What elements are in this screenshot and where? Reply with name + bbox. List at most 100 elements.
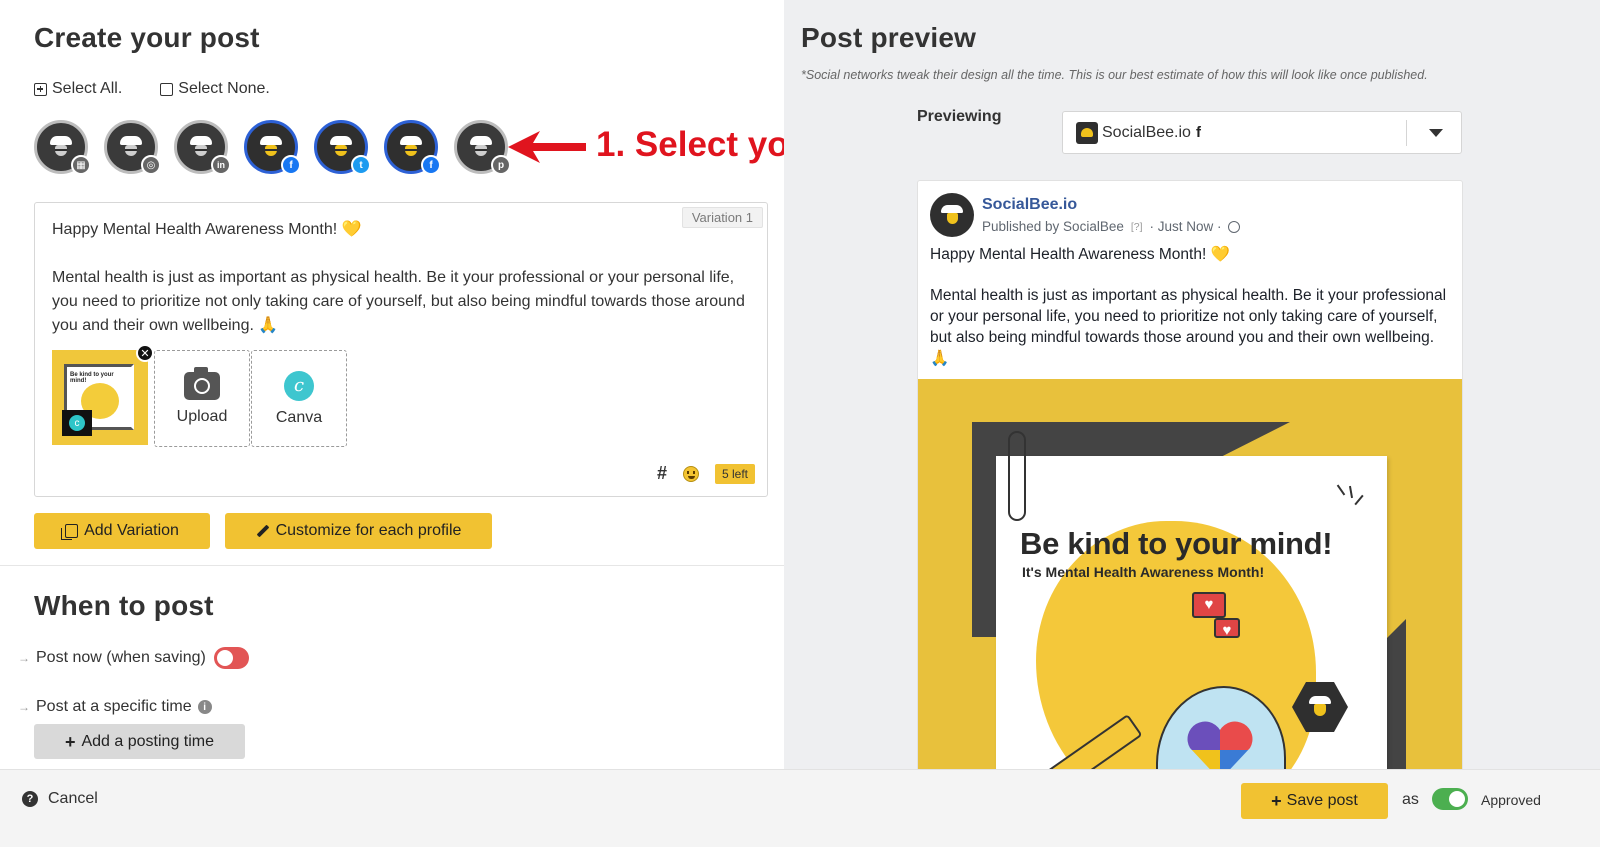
camera-icon: [184, 366, 220, 400]
profile-avatar-pinterest[interactable]: p: [454, 120, 511, 175]
chevron-down-icon[interactable]: [1429, 129, 1443, 137]
facebook-post-preview: SocialBee.io Published by SocialBee [?] …: [917, 180, 1463, 785]
post-now-option: → Post now (when saving): [18, 647, 249, 669]
attached-image-thumbnail[interactable]: Be kind to your mind! c: [52, 350, 148, 445]
paperclip-icon: [1008, 431, 1026, 521]
approval-status-label: Approved: [1481, 792, 1541, 808]
socialbee-logo-icon: [1076, 121, 1098, 144]
globe-icon: [1227, 220, 1240, 233]
approval-toggle[interactable]: [1432, 788, 1468, 810]
help-mark[interactable]: [?]: [1131, 221, 1143, 233]
profile-avatar-facebook[interactable]: f: [244, 120, 301, 175]
save-post-button[interactable]: + Save post: [1241, 783, 1388, 819]
socialbee-logo-icon: [256, 136, 286, 158]
canva-logo-icon: c: [284, 370, 314, 401]
store-icon: ▦: [71, 155, 91, 175]
pencil-icon: [256, 524, 269, 538]
select-none-label: Select None.: [178, 80, 270, 97]
plus-icon: +: [64, 731, 76, 752]
socialbee-logo-icon: [466, 136, 496, 158]
preview-profile-value: SocialBee.io: [1102, 123, 1191, 141]
socialbee-logo-icon: [116, 136, 146, 158]
page-name-link[interactable]: SocialBee.io: [982, 196, 1077, 214]
select-all-label: Select All.: [52, 80, 123, 97]
select-all-button[interactable]: Select All.: [34, 80, 122, 98]
help-icon: ?: [22, 791, 38, 807]
canva-edit-icon[interactable]: c: [62, 410, 92, 436]
profile-avatar-gmb[interactable]: ▦: [34, 120, 91, 175]
post-now-label: Post now (when saving): [36, 649, 206, 666]
previewing-label: Previewing: [917, 108, 1002, 125]
socialbee-logo-icon: [396, 136, 426, 158]
socialbee-logo-icon: [326, 136, 356, 158]
profile-avatar-facebook-2[interactable]: f: [384, 120, 441, 175]
instagram-icon: ◎: [141, 155, 161, 175]
annotation-arrow-icon: [508, 131, 586, 163]
arrow-right-icon: →: [18, 651, 30, 665]
heart-bubble-icon: [1192, 592, 1226, 618]
add-variation-label: Add Variation: [84, 522, 179, 539]
post-preview-panel: Post preview *Social networks tweak thei…: [784, 0, 1600, 785]
preview-post-text: Happy Mental Health Awareness Month! 💛 M…: [930, 246, 1447, 367]
as-label: as: [1402, 791, 1419, 808]
post-preview-title: Post preview: [801, 22, 977, 53]
customize-label: Customize for each profile: [275, 522, 462, 539]
add-posting-time-label: Add a posting time: [81, 732, 215, 750]
socialbee-logo-icon: [46, 136, 76, 158]
specific-time-label: Post at a specific time: [36, 698, 192, 715]
plus-icon: +: [1271, 791, 1282, 811]
upload-label: Upload: [176, 407, 228, 425]
post-meta: Published by SocialBee [?] · Just Now ·: [982, 219, 1240, 234]
facebook-icon: f: [1195, 124, 1201, 141]
save-post-label: Save post: [1286, 792, 1358, 809]
post-time: · Just Now ·: [1149, 219, 1222, 234]
hashtag-button[interactable]: #: [657, 463, 667, 484]
image-subline: It's Mental Health Awareness Month!: [1022, 564, 1265, 580]
select-none-button[interactable]: Select None.: [160, 80, 270, 98]
profile-avatar-linkedin[interactable]: in: [174, 120, 231, 175]
canva-button[interactable]: c Canva: [251, 350, 347, 447]
upload-button[interactable]: Upload: [154, 350, 250, 447]
arrow-right-icon: →: [18, 700, 30, 714]
copy-icon: [61, 524, 79, 540]
chars-left-badge: 5 left: [714, 463, 755, 484]
page-avatar[interactable]: [930, 193, 974, 237]
emoji-icon[interactable]: [682, 465, 699, 482]
preview-note: *Social networks tweak their design all …: [801, 68, 1428, 82]
when-to-post-title: When to post: [34, 590, 214, 621]
profile-selector: ▦ ◎ in f t f p: [34, 120, 511, 175]
add-posting-time-button[interactable]: + Add a posting time: [34, 724, 245, 759]
profile-avatar-twitter[interactable]: t: [314, 120, 371, 175]
preview-profile-select[interactable]: SocialBee.io f: [1062, 111, 1462, 154]
canva-label: Canva: [275, 408, 323, 426]
editor-toolbar: # 5 left: [657, 463, 755, 484]
post-image: Be kind to your mind! It's Mental Health…: [918, 379, 1462, 785]
post-text-input[interactable]: Happy Mental Health Awareness Month! 💛 M…: [52, 218, 752, 338]
square-icon: [160, 82, 174, 96]
create-post-panel: Create your post Select All. Select None…: [0, 0, 994, 785]
add-variation-button[interactable]: Add Variation: [34, 513, 210, 549]
post-now-toggle[interactable]: [213, 647, 249, 669]
specific-time-option: → Post at a specific time i: [18, 698, 212, 716]
published-by: Published by SocialBee: [982, 219, 1124, 234]
customize-button[interactable]: Customize for each profile: [225, 513, 492, 549]
create-post-title: Create your post: [34, 22, 260, 53]
cancel-label: Cancel: [48, 790, 98, 807]
post-editor[interactable]: Variation 1 Happy Mental Health Awarenes…: [34, 202, 768, 497]
plus-square-icon: [34, 82, 47, 96]
facebook-icon: f: [421, 155, 441, 175]
socialbee-logo-icon: [186, 136, 216, 158]
cancel-button[interactable]: ? Cancel: [22, 790, 98, 808]
section-divider: [0, 565, 800, 566]
action-footer: ? Cancel + Save post as Approved: [0, 769, 1600, 847]
linkedin-icon: in: [211, 155, 231, 175]
image-headline: Be kind to your mind!: [1020, 526, 1333, 561]
facebook-icon: f: [281, 155, 301, 175]
thumbnail-caption: Be kind to your mind!: [70, 372, 114, 384]
sparkle-icon: [1336, 484, 1366, 514]
heart-bubble-icon: [1214, 618, 1240, 639]
info-icon[interactable]: i: [197, 700, 212, 714]
profile-avatar-instagram[interactable]: ◎: [104, 120, 161, 175]
select-controls: Select All. Select None.: [34, 80, 270, 98]
remove-image-button[interactable]: ✕: [136, 344, 154, 362]
